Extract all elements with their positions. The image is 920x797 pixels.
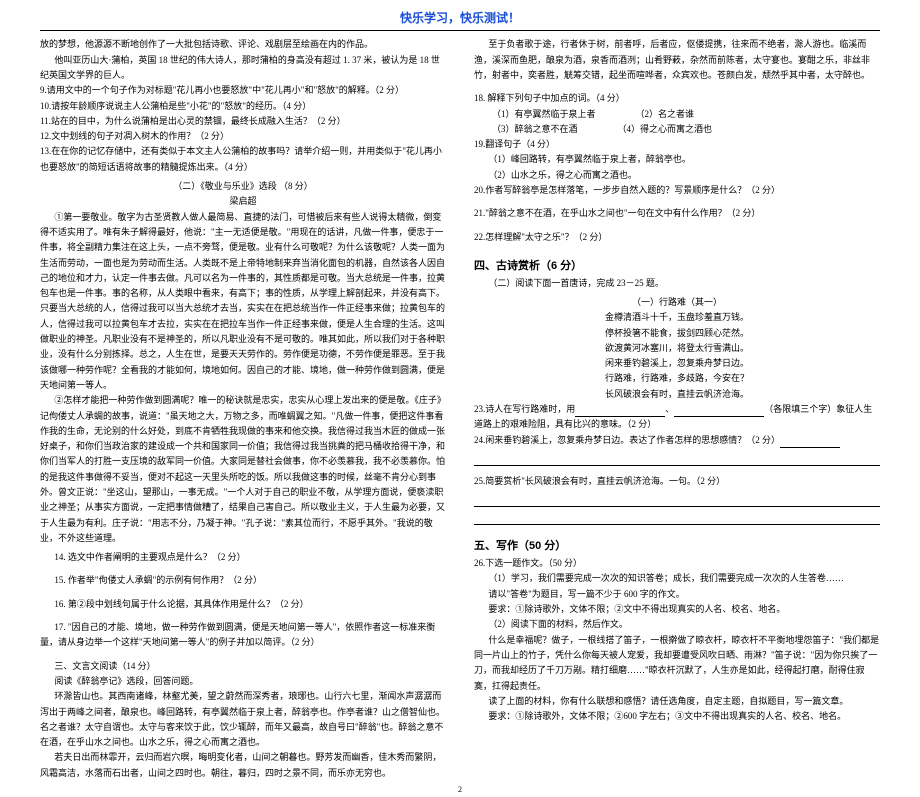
question-13: 13.在在你的记忆存储中，还有类似于本文主人公蒲柏的故事吗？请举介绍一则，并用类… — [40, 144, 446, 175]
question-23: 23.诗人在写行路难时，用、（各限填三个字）象征人生道路上的艰难险阻，具有比兴的… — [474, 402, 880, 433]
q24-text: 24.闲来垂钓碧溪上，忽复乘舟梦日边。表达了作者怎样的思想感情？（2 分） — [474, 435, 780, 445]
passage-line: 放的梦想，他源源不断地创作了一大批包括诗歌、评论、戏剧层至绘画在内的作品。 — [40, 37, 446, 52]
fill-blank[interactable] — [674, 409, 764, 417]
section-5-title: 五、写作（50 分） — [474, 537, 880, 556]
question-14: 14. 选文中作者阐明的主要观点是什么？（2 分） — [40, 550, 446, 565]
writing-task: 读了上面的材料，你有什么联想和感悟？请任选角度，自定主题，自拟题目，写一篇文章。 — [474, 694, 880, 709]
fill-blank[interactable] — [780, 440, 840, 448]
essay-para-1: ①第一要敬业。敬字为古圣贤教人做人最简易、直捷的法门，可惜被后来有些人说得太精微… — [40, 210, 446, 394]
question-18-row2: （3）醉翁之意不在酒 （4）得之心而寓之酒也 — [474, 122, 880, 137]
question-15: 15. 作者举"佝偻丈人承蜩"的示例有何作用？（2 分） — [40, 573, 446, 588]
section-3-heading: 三、文言文阅读（14 分） — [40, 659, 446, 674]
question-11: 11.站在的目中，为什么说蒲柏是出心灵的禁锢，最终长成融入生活？（2 分） — [40, 114, 446, 129]
q23-text-a: 23.诗人在写行路难时，用 — [474, 404, 575, 414]
section-4-instruction: （二）阅读下面一首唐诗，完成 23－25 题。 — [474, 276, 880, 291]
poem-line: 行路难，行路难，多歧路，今安在？ — [474, 371, 880, 386]
question-17: 17. "因自己的才能、境地，做一种劳作做到圆满，便是天地间第一等人"，依照作者… — [40, 620, 446, 651]
q18-opt-3: （3）醉翁之意不在酒 — [492, 122, 578, 137]
poem-title: （一）行路难（其一） — [474, 295, 880, 310]
writing-prompt-2: （2）阅读下面的材料，然后作文。 — [474, 617, 880, 632]
q19-sub-2: （2）山水之乐，得之心而寓之酒也。 — [474, 168, 880, 183]
q18-opt-1: （1）有亭翼然临于泉上者 — [492, 107, 596, 122]
wenyan-para-2: 若夫日出而林霏开，云归而岩穴暝，晦明变化者，山间之朝暮也。野芳发而幽香，佳木秀而… — [40, 750, 446, 781]
question-25: 25.简要赏析"长风破浪会有时，直挂云帆济沧海。一句。（2 分） — [474, 474, 880, 489]
question-18-row1: （1）有亭翼然临于泉上者 （2）名之者谁 — [474, 107, 880, 122]
q18-opt-2: （2）名之者谁 — [636, 107, 695, 122]
question-21: 21."醉翁之意不在酒，在乎山水之间也"一句在文中有什么作用？（2 分） — [474, 206, 880, 221]
writing-req-3: 要求：①除诗歌外，文体不限；②600 字左右；③文中不得出现真实的人名、校名、地… — [474, 709, 880, 724]
wenyan-para-3: 至于负者歌于途，行者休于树，前者呼，后者应，伛偻提携，往来而不绝者，滁人游也。临… — [474, 37, 880, 83]
poem-line: 长风破浪会有时，直挂云帆济沧海。 — [474, 387, 880, 402]
question-16: 16. 第②段中划线句属于什么论据，其具体作用是什么？（2 分） — [40, 597, 446, 612]
fill-blank[interactable] — [575, 409, 665, 417]
two-column-layout: 放的梦想，他源源不断地创作了一大批包括诗歌、评论、戏剧层至绘画在内的作品。 他叫… — [40, 37, 880, 781]
q18-opt-4: （4）得之心而寓之酒也 — [618, 122, 713, 137]
subheading-passage-2: （二）《敬业与乐业》选段 （8 分） — [40, 179, 446, 194]
right-column: 至于负者歌于途，行者休于树，前者呼，后者应，伛偻提携，往来而不绝者，滁人游也。临… — [474, 37, 880, 781]
question-24: 24.闲来垂钓碧溪上，忽复乘舟梦日边。表达了作者怎样的思想感情？（2 分） — [474, 433, 880, 448]
question-20: 20.作者写醉翁亭是怎样落笔，一步步自然入题的？写景顺序是什么？（2 分） — [474, 183, 880, 198]
writing-prompt-1: （1）学习，我们需要完成一次次的知识答卷；成长，我们需要完成一次次的人生答卷…… — [474, 571, 880, 586]
question-9: 9.请用文中的一个句子作为对标题"花儿再小也要怒放"中"花儿再小"和"怒放"的解… — [40, 83, 446, 98]
writing-material: 什么是幸福呢？做子，一根线搭了笛子，一根擀做了晾衣杆，晾衣杆不平衡地埋怨笛子："… — [474, 633, 880, 694]
header-divider — [40, 30, 880, 31]
q19-sub-1: （1）峰回路转，有亭翼然临于泉上者，醉翁亭也。 — [474, 152, 880, 167]
page-number: 2 — [40, 783, 880, 797]
question-12: 12.文中划线的句子对凋入树木的作用？（2 分） — [40, 129, 446, 144]
writing-req-2: 要求：①除诗歌外，文体不限；②文中不得出现真实的人名、校名、地名。 — [474, 602, 880, 617]
left-column: 放的梦想，他源源不断地创作了一大批包括诗歌、评论、戏剧层至绘画在内的作品。 他叫… — [40, 37, 446, 781]
section-4-title: 四、古诗赏析（6 分） — [474, 257, 880, 276]
section-3-instruction: 阅读《醉翁亭记》选段，回答问题。 — [40, 674, 446, 689]
question-22: 22.怎样理解"太守之乐"？（2 分） — [474, 230, 880, 245]
poem-block: （一）行路难（其一） 金樽清酒斗十千，玉盘珍羞直万钱。 停杯投箸不能食，拔剑四顾… — [474, 295, 880, 402]
passage-line: 他叫亚历山大·蒲柏，英国 18 世纪的伟大诗人，那时蒲柏的身高没有超过 1. 3… — [40, 53, 446, 84]
question-10: 10.请按年龄顺序说说主人公蒲柏是些"小花"的"怒放"的经历。（4 分） — [40, 99, 446, 114]
answer-line[interactable] — [474, 517, 880, 525]
poem-line: 金樽清酒斗十千，玉盘珍羞直万钱。 — [474, 310, 880, 325]
essay-para-2: ②怎样才能把一种劳作做到圆满呢？唯一的秘诀就是忠实，忠实从心理上发出来的便是敬。… — [40, 393, 446, 546]
question-18: 18. 解释下列句子中加点的词。（4 分） — [474, 91, 880, 106]
answer-line[interactable] — [474, 499, 880, 507]
wenyan-para-1: 环滁皆山也。其西南诸峰，林壑尤美，望之蔚然而深秀者，琅琊也。山行六七里，渐闻水声… — [40, 689, 446, 750]
author-name: 梁启超 — [40, 194, 446, 209]
poem-line: 闲来垂钓碧溪上，忽复乘舟梦日边。 — [474, 356, 880, 371]
q23-text-b: 、 — [665, 404, 674, 414]
poem-line: 停杯投箸不能食，拔剑四顾心茫然。 — [474, 326, 880, 341]
poem-line: 欲渡黄河冰塞川，将登太行雪满山。 — [474, 341, 880, 356]
question-19: 19.翻译句子（4 分） — [474, 137, 880, 152]
writing-req-1: 请以"答卷"为题目，写一篇不少于 600 字的作文。 — [474, 587, 880, 602]
question-26: 26.下选一题作文。（50 分） — [474, 556, 880, 571]
answer-line[interactable] — [474, 458, 880, 466]
page-header: 快乐学习，快乐测试！ — [40, 8, 880, 28]
